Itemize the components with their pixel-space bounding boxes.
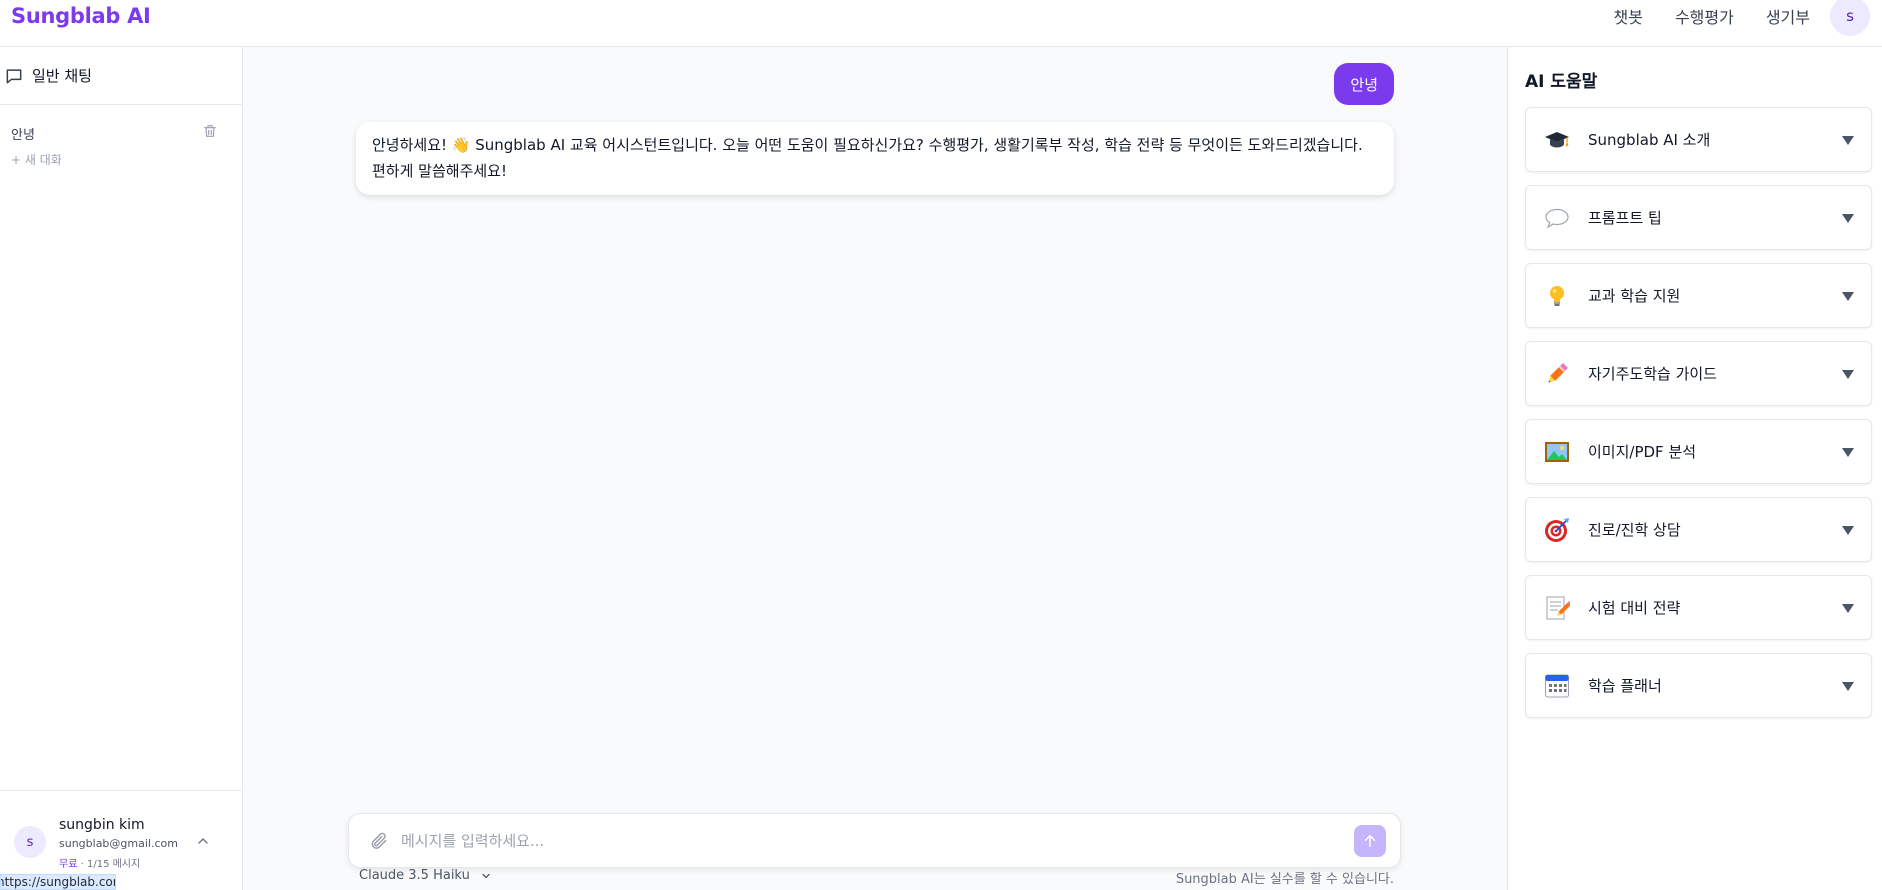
help-item-label: Sungblab AI 소개 — [1588, 131, 1711, 149]
chevron-down-icon — [482, 873, 490, 878]
new-chat-button[interactable]: + 새 대화 — [0, 151, 242, 168]
assistant-message: 안녕하세요! 👋 Sungblab AI 교육 어시스턴트입니다. 오늘 어떤 … — [356, 122, 1394, 195]
help-panel: AI 도움말 Sungblab AI 소개 프롬프트 팁 교과 학습 지원 자기… — [1507, 47, 1882, 890]
nav-record[interactable]: 생기부 — [1766, 4, 1810, 28]
user-message: 안녕 — [1334, 63, 1394, 105]
caret-down-icon — [1842, 682, 1854, 691]
caret-down-icon — [1842, 604, 1854, 613]
arrow-up-icon — [1364, 834, 1376, 847]
model-name: Claude 3.5 Haiku — [359, 868, 470, 883]
avatar: s — [14, 826, 46, 858]
help-item-image-pdf[interactable]: 이미지/PDF 분석 — [1525, 419, 1872, 484]
message-input[interactable] — [401, 831, 1354, 850]
send-button[interactable] — [1354, 824, 1386, 857]
sidebar-title: 일반 채팅 — [32, 67, 92, 85]
help-item-label: 진로/진학 상담 — [1588, 521, 1681, 539]
picture-icon — [1544, 439, 1570, 465]
help-item-label: 이미지/PDF 분석 — [1588, 443, 1697, 461]
plan-badge: 무료 — [59, 859, 78, 870]
help-item-planner[interactable]: 학습 플래너 — [1525, 653, 1872, 718]
chevron-up-icon[interactable] — [195, 833, 211, 849]
sidebar: 일반 채팅 안녕 + 새 대화 s sungbin kim sungblab@g… — [0, 47, 243, 890]
caret-down-icon — [1842, 448, 1854, 457]
plan-separator: · — [80, 859, 84, 870]
help-item-label: 교과 학습 지원 — [1588, 287, 1681, 305]
help-list: Sungblab AI 소개 프롬프트 팁 교과 학습 지원 자기주도학습 가이… — [1525, 107, 1872, 731]
model-selector[interactable]: Claude 3.5 Haiku — [359, 868, 492, 883]
user-name: sungbin kim — [59, 817, 145, 833]
speech-bubble-icon — [1544, 205, 1570, 231]
conversation-label: 안녕 — [11, 127, 35, 143]
sidebar-header: 일반 채팅 — [0, 47, 242, 105]
trash-icon[interactable] — [202, 123, 218, 143]
caret-down-icon — [1842, 214, 1854, 223]
target-icon — [1544, 517, 1570, 543]
help-item-prompt-tips[interactable]: 프롬프트 팁 — [1525, 185, 1872, 250]
nav-chatbot[interactable]: 챗봇 — [1613, 4, 1642, 28]
conversation-item[interactable]: 안녕 — [0, 119, 242, 147]
new-chat-label: + 새 대화 — [11, 153, 62, 167]
caret-down-icon — [1842, 292, 1854, 301]
chat-area: 안녕 안녕하세요! 👋 Sungblab AI 교육 어시스턴트입니다. 오늘 … — [243, 47, 1507, 890]
help-item-label: 학습 플래너 — [1588, 677, 1662, 695]
help-item-career[interactable]: 진로/진학 상담 — [1525, 497, 1872, 562]
graduation-cap-icon — [1544, 127, 1570, 153]
usage-count: 1/15 메시지 — [86, 859, 141, 870]
caret-down-icon — [1842, 136, 1854, 145]
pencil-icon — [1544, 361, 1570, 387]
lightbulb-icon — [1544, 283, 1570, 309]
help-item-label: 프롬프트 팁 — [1588, 209, 1662, 227]
caret-down-icon — [1842, 370, 1854, 379]
memo-icon — [1544, 595, 1570, 621]
user-email: sungblab@gmail.com — [59, 837, 178, 850]
status-url-tooltip: https://sungblab.com — [0, 874, 116, 890]
help-item-self-directed[interactable]: 자기주도학습 가이드 — [1525, 341, 1872, 406]
calendar-icon — [1544, 673, 1570, 699]
caret-down-icon — [1842, 526, 1854, 535]
brand-logo[interactable]: Sungblab AI — [11, 4, 151, 28]
paperclip-icon[interactable] — [369, 831, 389, 851]
help-panel-title: AI 도움말 — [1525, 72, 1598, 92]
nav-assessment[interactable]: 수행평가 — [1675, 4, 1734, 28]
top-nav: 챗봇 수행평가 생기부 s — [1581, 0, 1870, 36]
disclaimer-text: Sungblab AI는 실수를 할 수 있습니다. — [1175, 872, 1394, 887]
help-item-label: 자기주도학습 가이드 — [1588, 365, 1717, 383]
message-composer — [348, 813, 1401, 868]
user-plan-usage: 무료 · 1/15 메시지 — [59, 855, 140, 870]
help-item-intro[interactable]: Sungblab AI 소개 — [1525, 107, 1872, 172]
user-avatar-button[interactable]: s — [1830, 0, 1870, 36]
chat-bubble-icon — [6, 68, 22, 83]
top-header: Sungblab AI 챗봇 수행평가 생기부 s — [0, 0, 1882, 47]
help-item-subject-support[interactable]: 교과 학습 지원 — [1525, 263, 1872, 328]
help-item-exam-strategy[interactable]: 시험 대비 전략 — [1525, 575, 1872, 640]
help-item-label: 시험 대비 전략 — [1588, 599, 1681, 617]
